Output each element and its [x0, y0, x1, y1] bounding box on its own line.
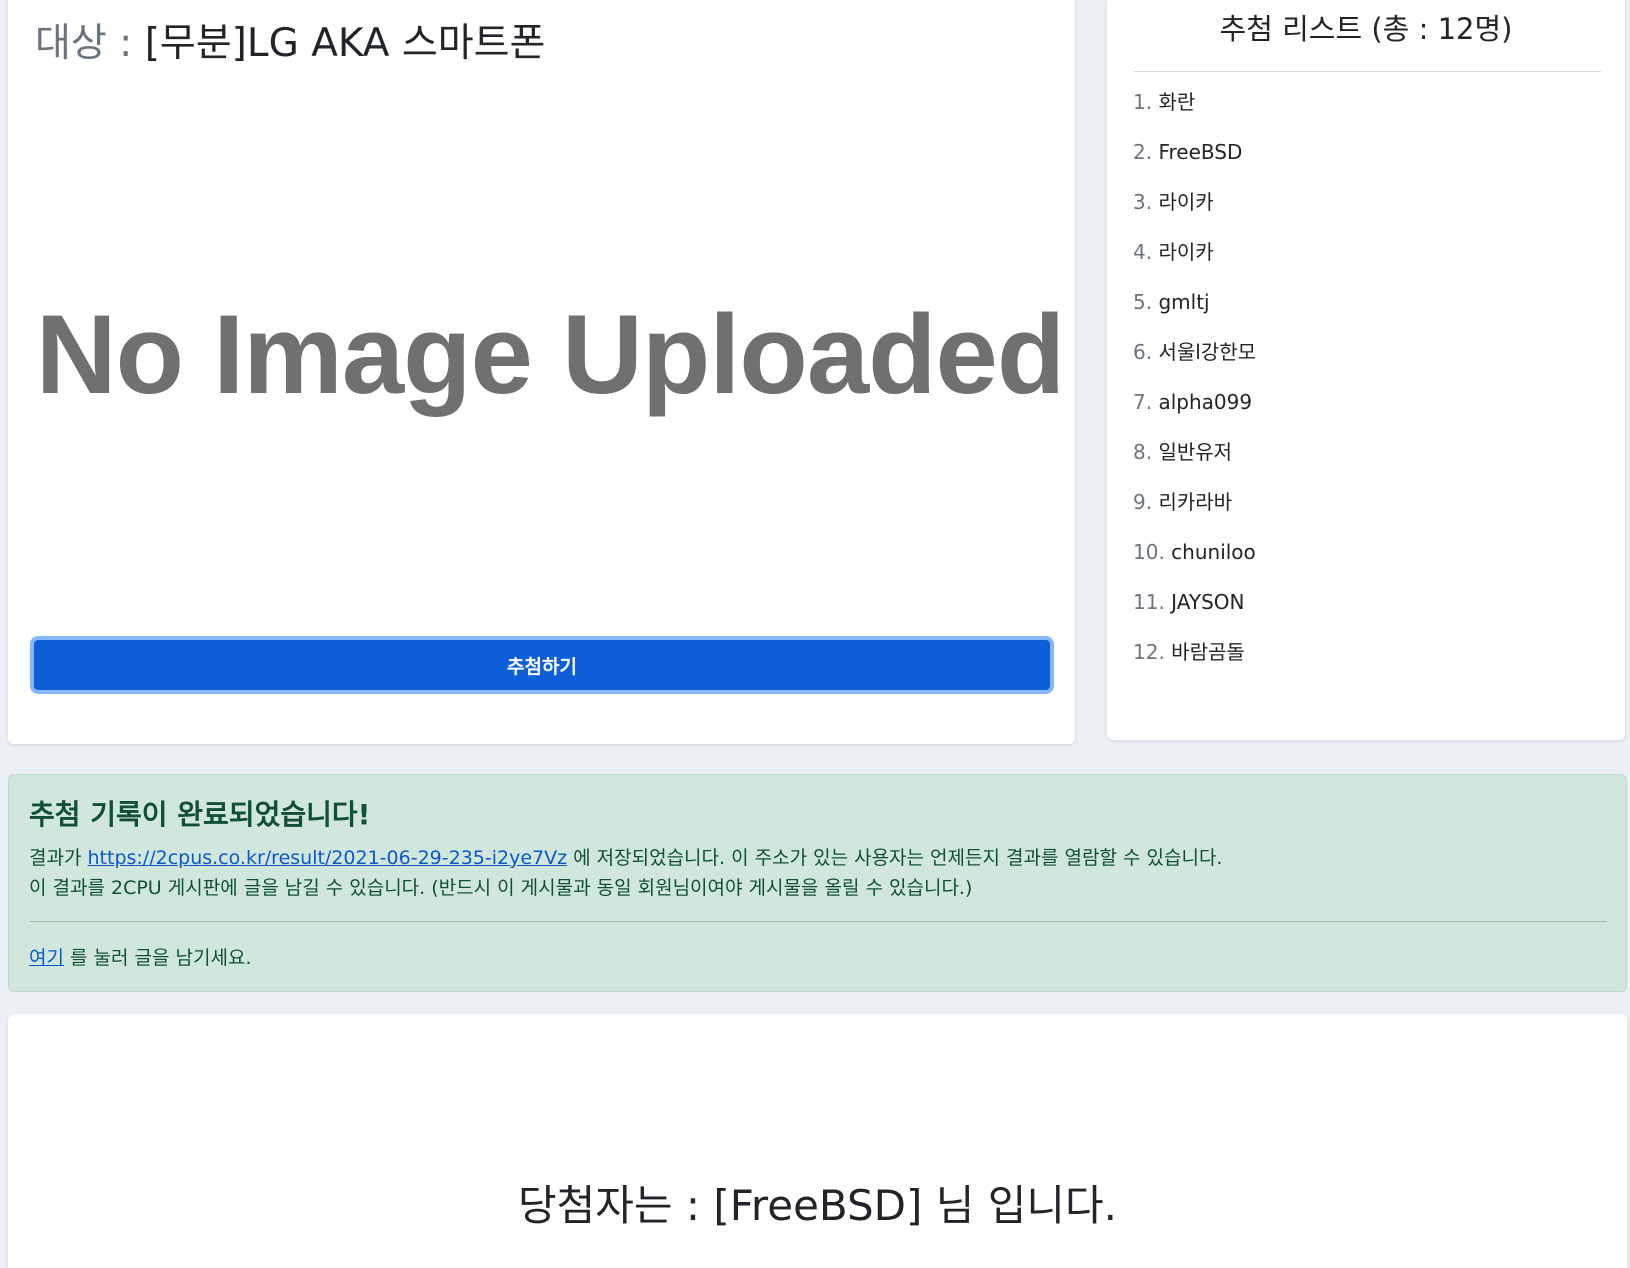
result-url-link[interactable]: https://2cpus.co.kr/result/2021-06-29-23…: [88, 847, 568, 869]
draw-list-title: 추첨 리스트 (총 : 12명): [1219, 12, 1513, 46]
page: 대상 : [무분]LG AKA 스마트폰 No Image Uploaded 추…: [0, 0, 1630, 1268]
target-label: 대상 :: [35, 21, 133, 66]
alert-result-line: 결과가 https://2cpus.co.kr/result/2021-06-2…: [29, 847, 1223, 869]
target-name: [무분]LG AKA 스마트폰: [144, 21, 546, 66]
draw-button[interactable]: 추첨하기: [30, 636, 1054, 694]
divider: [1133, 71, 1601, 72]
post-here-link[interactable]: 여기: [29, 947, 64, 969]
target-title: 대상 : [무분]LG AKA 스마트폰: [35, 12, 545, 68]
alert-board-line: 이 결과를 2CPU 게시판에 글을 남길 수 있습니다. (반드시 이 게시물…: [29, 877, 973, 899]
winner-text: 당첨자는 : [FreeBSD] 님 입니다.: [518, 1181, 1117, 1230]
list-item: 10. chuniloo: [1133, 540, 1256, 564]
draw-target-card: 대상 : [무분]LG AKA 스마트폰 No Image Uploaded 추…: [8, 0, 1075, 744]
winner-card: 당첨자는 : [FreeBSD] 님 입니다.: [8, 1014, 1627, 1268]
list-item: 11. JAYSON: [1133, 590, 1245, 614]
alert-post-line: 여기 를 눌러 글을 남기세요.: [29, 947, 252, 969]
list-item: 7. alpha099: [1133, 390, 1253, 414]
success-alert: 추첨 기록이 완료되었습니다! 결과가 https://2cpus.co.kr/…: [8, 774, 1627, 992]
alert-heading: 추첨 기록이 완료되었습니다!: [29, 798, 371, 831]
list-item: 1. 화란: [1133, 90, 1196, 114]
draw-list: 1. 화란 2. FreeBSD 3. 라이카 4. 라이카 5. gmltj …: [1133, 88, 1256, 688]
list-item: 5. gmltj: [1133, 290, 1210, 314]
no-image-placeholder: No Image Uploaded: [35, 291, 1065, 417]
draw-list-card: 추첨 리스트 (총 : 12명) 1. 화란 2. FreeBSD 3. 라이카…: [1107, 0, 1625, 740]
list-item: 3. 라이카: [1133, 190, 1214, 214]
list-item: 2. FreeBSD: [1133, 140, 1243, 164]
list-item: 12. 바람곰돌: [1133, 640, 1245, 664]
divider: [29, 921, 1607, 922]
list-item: 9. 리카라바: [1133, 490, 1233, 514]
list-item: 6. 서울l강한모: [1133, 340, 1257, 364]
list-item: 4. 라이카: [1133, 240, 1214, 264]
list-item: 8. 일반유저: [1133, 440, 1233, 464]
